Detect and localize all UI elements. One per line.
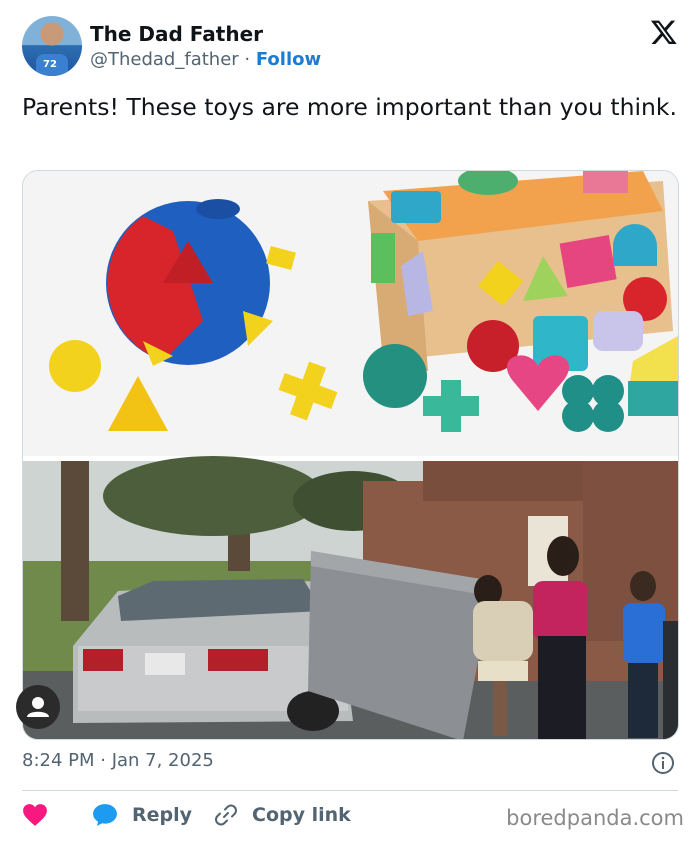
x-logo-icon[interactable] xyxy=(650,18,678,46)
heart-icon xyxy=(23,804,47,826)
link-icon xyxy=(215,804,237,826)
copy-link-label: Copy link xyxy=(252,804,351,826)
media-image xyxy=(23,171,678,739)
like-button[interactable] xyxy=(22,800,62,830)
author-handle-row: @Thedad_father · Follow xyxy=(90,49,321,70)
media-user-tag[interactable] xyxy=(16,685,60,729)
tweet-header: 72 The Dad Father @Thedad_father · Follo… xyxy=(22,16,682,78)
copy-link-button[interactable]: Copy link xyxy=(214,800,351,830)
tweet-media[interactable] xyxy=(22,170,679,740)
info-icon[interactable] xyxy=(651,751,675,775)
reply-button[interactable]: Reply xyxy=(92,800,192,830)
tweet-text: Parents! These toys are more important t… xyxy=(22,93,677,121)
author-avatar[interactable]: 72 xyxy=(22,16,82,76)
author-display-name[interactable]: The Dad Father xyxy=(90,22,263,46)
reply-bubble-icon xyxy=(93,804,117,826)
tweet-timestamp[interactable]: 8:24 PM · Jan 7, 2025 xyxy=(22,750,214,771)
handle-separator: · xyxy=(238,49,256,70)
author-handle[interactable]: @Thedad_father xyxy=(90,49,239,70)
reply-label: Reply xyxy=(132,804,193,826)
follow-button[interactable]: Follow xyxy=(256,49,321,70)
watermark: boredpanda.com xyxy=(506,806,684,830)
avatar-jersey-number: 72 xyxy=(43,59,57,70)
user-icon xyxy=(27,697,49,717)
divider xyxy=(22,790,678,791)
